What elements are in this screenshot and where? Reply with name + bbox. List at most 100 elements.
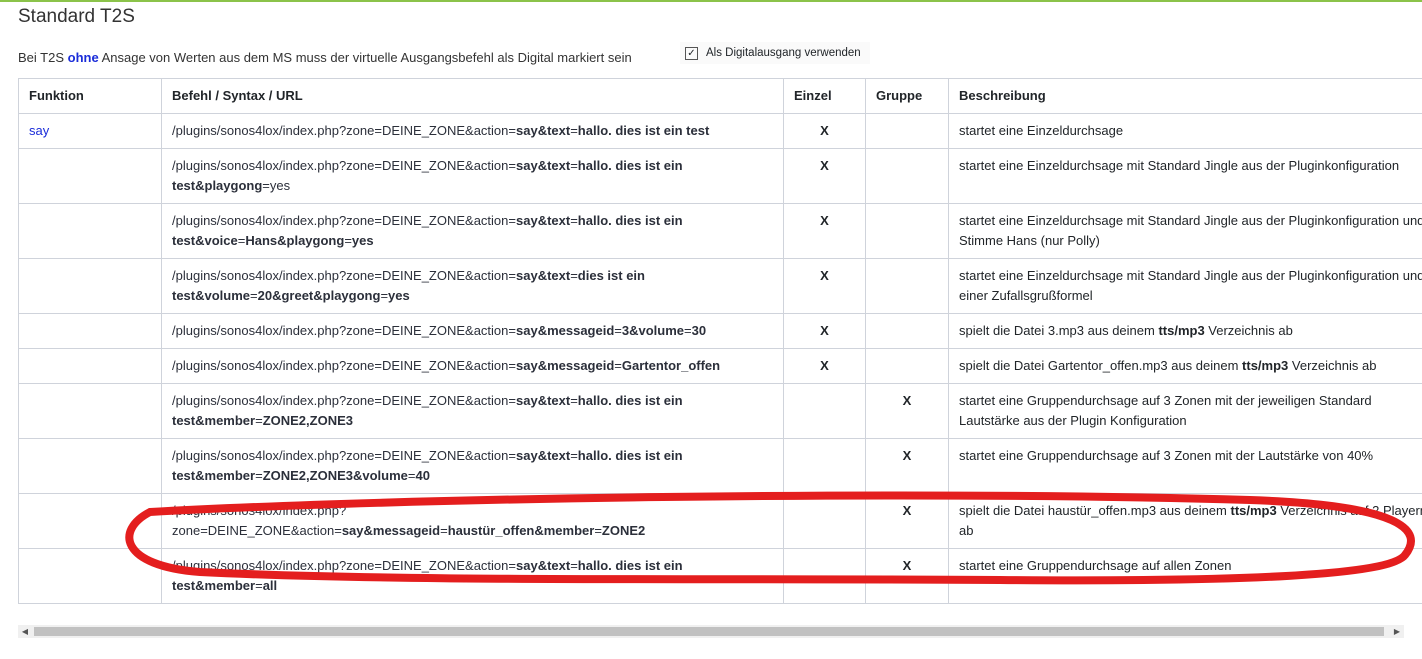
desc-segment: tts/mp3 <box>1242 358 1289 373</box>
cell-beschreibung: startet eine Gruppendurchsage auf 3 Zone… <box>948 438 1422 494</box>
cmd-segment: /plugins/sonos4lox/index.php?zone=DEINE_… <box>172 323 516 338</box>
cmd-segment: /plugins/sonos4lox/index.php?zone=DEINE_… <box>172 158 516 173</box>
cell-funktion <box>18 548 162 604</box>
cmd-segment: yes <box>388 288 410 303</box>
cell-command: /plugins/sonos4lox/index.php?zone=DEINE_… <box>161 148 784 204</box>
cell-einzel: X <box>783 348 866 384</box>
table-row: /plugins/sonos4lox/index.php?zone=DEINE_… <box>18 203 1422 259</box>
cell-funktion <box>18 203 162 259</box>
cmd-segment: ZONE2,ZONE3&volume <box>262 468 408 483</box>
intro-bold: ohne <box>67 50 99 65</box>
col-beschreibung: Beschreibung <box>948 78 1422 114</box>
cell-gruppe: X <box>865 493 949 549</box>
table-row: /plugins/sonos4lox/index.php?zone=DEINE_… <box>18 383 1422 439</box>
cmd-segment: 3&volume <box>621 323 685 338</box>
table-row: /plugins/sonos4lox/index.php?zone=DEINE_… <box>18 548 1422 604</box>
scroll-left-icon[interactable]: ◀ <box>18 625 32 638</box>
checkbox-box[interactable]: ✓ <box>685 46 698 60</box>
desc-segment: Verzeichnis ab <box>1288 358 1377 373</box>
cell-einzel: X <box>783 203 866 259</box>
table-row: /plugins/sonos4lox/index.php?zone=DEINE_… <box>18 258 1422 314</box>
desc-segment: startet eine Einzeldurchsage mit Standar… <box>959 213 1422 248</box>
cmd-segment: say&messageid <box>341 523 441 538</box>
cmd-segment: =yes <box>262 178 291 193</box>
cell-funktion <box>18 383 162 439</box>
cell-command: /plugins/sonos4lox/index.php?zone=DEINE_… <box>161 548 784 604</box>
cmd-segment: /plugins/sonos4lox/index.php?zone=DEINE_… <box>172 558 516 573</box>
cell-einzel: X <box>783 258 866 314</box>
table-row: /plugins/sonos4lox/index.php?zone=DEINE_… <box>18 493 1422 549</box>
cell-command: /plugins/sonos4lox/index.php?zone=DEINE_… <box>161 383 784 439</box>
cell-gruppe <box>865 148 949 204</box>
desc-segment: tts/mp3 <box>1230 503 1277 518</box>
cell-gruppe <box>865 348 949 384</box>
cell-funktion <box>18 148 162 204</box>
col-befehl: Befehl / Syntax / URL <box>161 78 784 114</box>
cell-funktion <box>18 313 162 349</box>
intro-pre: Bei T2S <box>18 50 68 65</box>
cell-funktion <box>18 258 162 314</box>
cmd-segment: = <box>570 268 578 283</box>
horizontal-scrollbar[interactable]: ◀ ▶ <box>18 625 1404 638</box>
cell-beschreibung: spielt die Datei 3.mp3 aus deinem tts/mp… <box>948 313 1422 349</box>
cell-beschreibung: spielt die Datei Gartentor_offen.mp3 aus… <box>948 348 1422 384</box>
cmd-segment: /plugins/sonos4lox/index.php?zone=DEINE_… <box>172 268 516 283</box>
cell-einzel: X <box>783 313 866 349</box>
cell-gruppe <box>865 113 949 149</box>
cmd-segment: say&text <box>516 158 571 173</box>
cmd-segment: ZONE2,ZONE3 <box>262 413 353 428</box>
cell-command: /plugins/sonos4lox/index.php?zone=DEINE_… <box>161 438 784 494</box>
scroll-right-icon[interactable]: ▶ <box>1390 625 1404 638</box>
col-gruppe: Gruppe <box>865 78 949 114</box>
cmd-segment: Hans&playgong <box>245 233 345 248</box>
t2s-table: Funktion Befehl / Syntax / URL Einzel Gr… <box>18 78 1422 604</box>
cmd-segment: /plugins/sonos4lox/index.php?zone=DEINE_… <box>172 358 516 373</box>
desc-segment: startet eine Gruppendurchsage auf allen … <box>959 558 1232 573</box>
cmd-segment: = <box>570 158 578 173</box>
cell-command: /plugins/sonos4lox/index.php?zone=DEINE_… <box>161 348 784 384</box>
desc-segment: spielt die Datei Gartentor_offen.mp3 aus… <box>959 358 1243 373</box>
top-accent-line <box>0 0 1422 2</box>
cmd-segment: all <box>262 578 278 593</box>
cmd-segment: yes <box>351 233 374 248</box>
scrollbar-thumb[interactable] <box>34 627 1384 636</box>
table-row: /plugins/sonos4lox/index.php?zone=DEINE_… <box>18 438 1422 494</box>
cell-einzel <box>783 383 866 439</box>
desc-segment: spielt die Datei 3.mp3 aus deinem <box>959 323 1159 338</box>
cmd-segment: = <box>250 288 258 303</box>
cmd-segment: say&text <box>516 558 571 573</box>
cmd-segment: /plugins/sonos4lox/index.php?zone=DEINE_… <box>172 393 516 408</box>
desc-segment: spielt die Datei haustür_offen.mp3 aus d… <box>959 503 1231 518</box>
desc-segment: startet eine Gruppendurchsage auf 3 Zone… <box>959 448 1374 463</box>
cell-gruppe: X <box>865 548 949 604</box>
cmd-segment: say&text <box>516 268 571 283</box>
funktion-link[interactable]: say <box>29 123 49 138</box>
cell-einzel <box>783 438 866 494</box>
cell-command: /plugins/sonos4lox/index.php?zone=DEINE_… <box>161 203 784 259</box>
cmd-segment: 30 <box>691 323 707 338</box>
desc-segment: startet eine Einzeldurchsage mit Standar… <box>959 158 1400 173</box>
cmd-segment: = <box>570 123 578 138</box>
cmd-segment: /plugins/sonos4lox/index.php?zone=DEINE_… <box>172 123 516 138</box>
cmd-segment: = <box>440 523 448 538</box>
cell-einzel: X <box>783 113 866 149</box>
cmd-segment: = <box>255 468 263 483</box>
table-row: say/plugins/sonos4lox/index.php?zone=DEI… <box>18 113 1422 149</box>
cmd-segment: /plugins/sonos4lox/index.php?zone=DEINE_… <box>172 503 347 538</box>
cell-funktion: say <box>18 113 162 149</box>
cell-beschreibung: startet eine Gruppendurchsage auf 3 Zone… <box>948 383 1422 439</box>
cmd-segment: say&text <box>516 123 571 138</box>
cmd-segment: say&messageid <box>516 323 615 338</box>
cmd-segment: = <box>255 578 263 593</box>
col-einzel: Einzel <box>783 78 866 114</box>
desc-segment: startet eine Einzeldurchsage <box>959 123 1124 138</box>
cmd-segment: 40 <box>415 468 430 483</box>
cell-beschreibung: startet eine Einzeldurchsage mit Standar… <box>948 148 1422 204</box>
cmd-segment: = <box>380 288 389 303</box>
cell-command: /plugins/sonos4lox/index.php?zone=DEINE_… <box>161 258 784 314</box>
cmd-segment: = <box>570 448 578 463</box>
cmd-segment: = <box>570 213 578 228</box>
cell-beschreibung: startet eine Einzeldurchsage mit Standar… <box>948 258 1422 314</box>
cell-beschreibung: spielt die Datei haustür_offen.mp3 aus d… <box>948 493 1422 549</box>
digital-output-checkbox[interactable]: ✓ Als Digitalausgang verwenden <box>680 42 870 64</box>
